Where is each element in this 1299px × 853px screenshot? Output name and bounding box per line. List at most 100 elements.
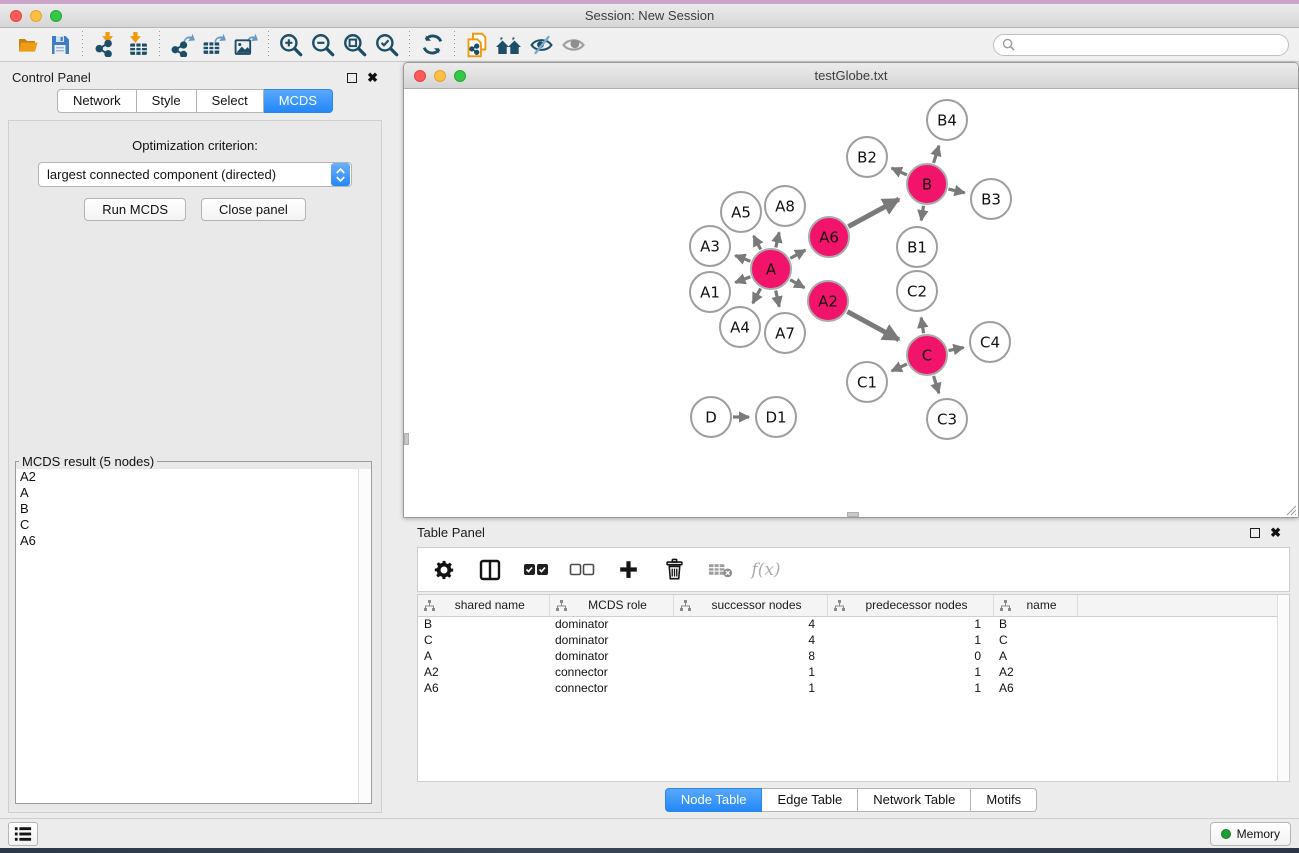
table-row[interactable]: Adominator80A xyxy=(418,648,1289,664)
edge-A2-C[interactable] xyxy=(847,312,899,340)
table-cell[interactable]: A6 xyxy=(418,680,549,696)
node-C1[interactable]: C1 xyxy=(847,362,887,402)
node-A2[interactable]: A2 xyxy=(808,281,848,321)
node-A4[interactable]: A4 xyxy=(720,307,760,347)
save-session-button[interactable] xyxy=(44,30,76,60)
zoom-selected-button[interactable] xyxy=(371,30,403,60)
edge-A-A3[interactable] xyxy=(735,256,750,262)
column-header-successor-nodes[interactable]: successor nodes xyxy=(673,595,827,616)
table-settings-button[interactable] xyxy=(426,550,462,590)
node-C3[interactable]: C3 xyxy=(927,399,967,439)
edge-A-A6[interactable] xyxy=(790,250,805,258)
table-cell[interactable]: B xyxy=(993,616,1077,632)
delete-column-button[interactable] xyxy=(656,550,692,590)
edge-B-B1[interactable] xyxy=(921,206,923,221)
split-panel-button[interactable] xyxy=(472,550,508,590)
edge-A-A4[interactable] xyxy=(753,288,761,303)
edge-A-A8[interactable] xyxy=(776,232,779,247)
table-cell[interactable]: 1 xyxy=(827,664,993,680)
import-table-button[interactable] xyxy=(121,30,153,60)
edge-B-B2[interactable] xyxy=(892,168,907,175)
edge-C-C3[interactable] xyxy=(934,376,939,393)
table-cell[interactable]: 1 xyxy=(673,680,827,696)
list-item[interactable]: A6 xyxy=(16,533,371,549)
minimize-window-button[interactable] xyxy=(30,10,42,22)
function-builder-button[interactable]: f(x) xyxy=(748,550,784,590)
column-header-predecessor-nodes[interactable]: predecessor nodes xyxy=(827,595,993,616)
hide-graphics-details-button[interactable] xyxy=(525,30,557,60)
tab-style[interactable]: Style xyxy=(137,89,197,113)
edge-A-A2[interactable] xyxy=(790,280,804,288)
edge-B-B3[interactable] xyxy=(948,189,964,193)
edge-A-A5[interactable] xyxy=(754,236,761,250)
node-A8[interactable]: A8 xyxy=(765,186,805,226)
table-cell[interactable]: connector xyxy=(549,680,673,696)
node-B3[interactable]: B3 xyxy=(971,179,1011,219)
table-scrollbar[interactable] xyxy=(1277,595,1289,781)
tab-network[interactable]: Network xyxy=(57,89,137,113)
table-row[interactable]: A6connector11A6 xyxy=(418,680,1289,696)
node-C[interactable]: C xyxy=(907,335,947,375)
zoom-in-button[interactable] xyxy=(275,30,307,60)
horizontal-scroll-indicator[interactable] xyxy=(847,512,859,517)
table-cell[interactable]: A xyxy=(993,648,1077,664)
table-row[interactable]: Bdominator41B xyxy=(418,616,1289,632)
column-header-shared-name[interactable]: shared name xyxy=(418,595,549,616)
vertical-scroll-indicator[interactable] xyxy=(404,433,409,445)
table-row[interactable]: Cdominator41C xyxy=(418,632,1289,648)
home-button[interactable] xyxy=(493,30,525,60)
close-table-panel-icon[interactable]: ✖ xyxy=(1270,528,1281,538)
edge-C-C4[interactable] xyxy=(949,347,964,350)
close-window-button[interactable] xyxy=(10,10,22,22)
network-minimize-button[interactable] xyxy=(434,70,446,82)
list-item[interactable]: A2 xyxy=(16,469,371,485)
edge-B-B4[interactable] xyxy=(934,146,939,163)
search-input[interactable] xyxy=(1020,38,1280,52)
node-table-grid[interactable]: shared nameMCDS rolesuccessor nodesprede… xyxy=(418,595,1289,696)
column-header-MCDS-role[interactable]: MCDS role xyxy=(549,595,673,616)
table-cell[interactable]: A6 xyxy=(993,680,1077,696)
new-network-from-file-button[interactable] xyxy=(461,30,493,60)
float-table-panel-icon[interactable] xyxy=(1250,528,1260,538)
network-zoom-button[interactable] xyxy=(454,70,466,82)
import-network-button[interactable] xyxy=(89,30,121,60)
export-table-button[interactable] xyxy=(198,30,230,60)
network-close-button[interactable] xyxy=(414,70,426,82)
open-session-button[interactable] xyxy=(12,30,44,60)
node-A1[interactable]: A1 xyxy=(690,272,730,312)
edge-A6-B[interactable] xyxy=(848,199,899,226)
export-image-button[interactable] xyxy=(230,30,262,60)
zoom-out-button[interactable] xyxy=(307,30,339,60)
deselect-all-button[interactable] xyxy=(564,550,600,590)
table-cell[interactable]: 4 xyxy=(673,616,827,632)
zoom-fit-button[interactable] xyxy=(339,30,371,60)
tab-network-table[interactable]: Network Table xyxy=(858,788,971,812)
node-B[interactable]: B xyxy=(907,164,947,204)
table-cell[interactable]: A xyxy=(418,648,549,664)
table-row[interactable]: A2connector11A2 xyxy=(418,664,1289,680)
refresh-button[interactable] xyxy=(416,30,448,60)
node-D[interactable]: D xyxy=(691,397,731,437)
table-cell[interactable]: 0 xyxy=(827,648,993,664)
node-A[interactable]: A xyxy=(751,249,791,289)
table-cell[interactable]: A2 xyxy=(993,664,1077,680)
node-C2[interactable]: C2 xyxy=(897,271,937,311)
node-B1[interactable]: B1 xyxy=(897,227,937,267)
show-graphics-details-button[interactable] xyxy=(557,30,589,60)
node-B4[interactable]: B4 xyxy=(927,100,967,140)
table-cell[interactable]: 1 xyxy=(827,680,993,696)
close-panel-icon[interactable]: ✖ xyxy=(367,73,378,83)
tab-node-table[interactable]: Node Table xyxy=(665,788,763,812)
search-box[interactable] xyxy=(993,34,1289,56)
list-scrollbar[interactable] xyxy=(358,469,371,803)
list-item[interactable]: C xyxy=(16,517,371,533)
table-cell[interactable]: 1 xyxy=(673,664,827,680)
criterion-dropdown[interactable]: largest connected component (directed) xyxy=(38,162,352,187)
column-header-name[interactable]: name xyxy=(993,595,1077,616)
table-cell[interactable]: dominator xyxy=(549,616,673,632)
table-cell[interactable]: dominator xyxy=(549,648,673,664)
tab-edge-table[interactable]: Edge Table xyxy=(762,788,858,812)
memory-button[interactable]: Memory xyxy=(1210,822,1291,846)
edge-A-A1[interactable] xyxy=(735,277,750,283)
table-cell[interactable]: 1 xyxy=(827,616,993,632)
